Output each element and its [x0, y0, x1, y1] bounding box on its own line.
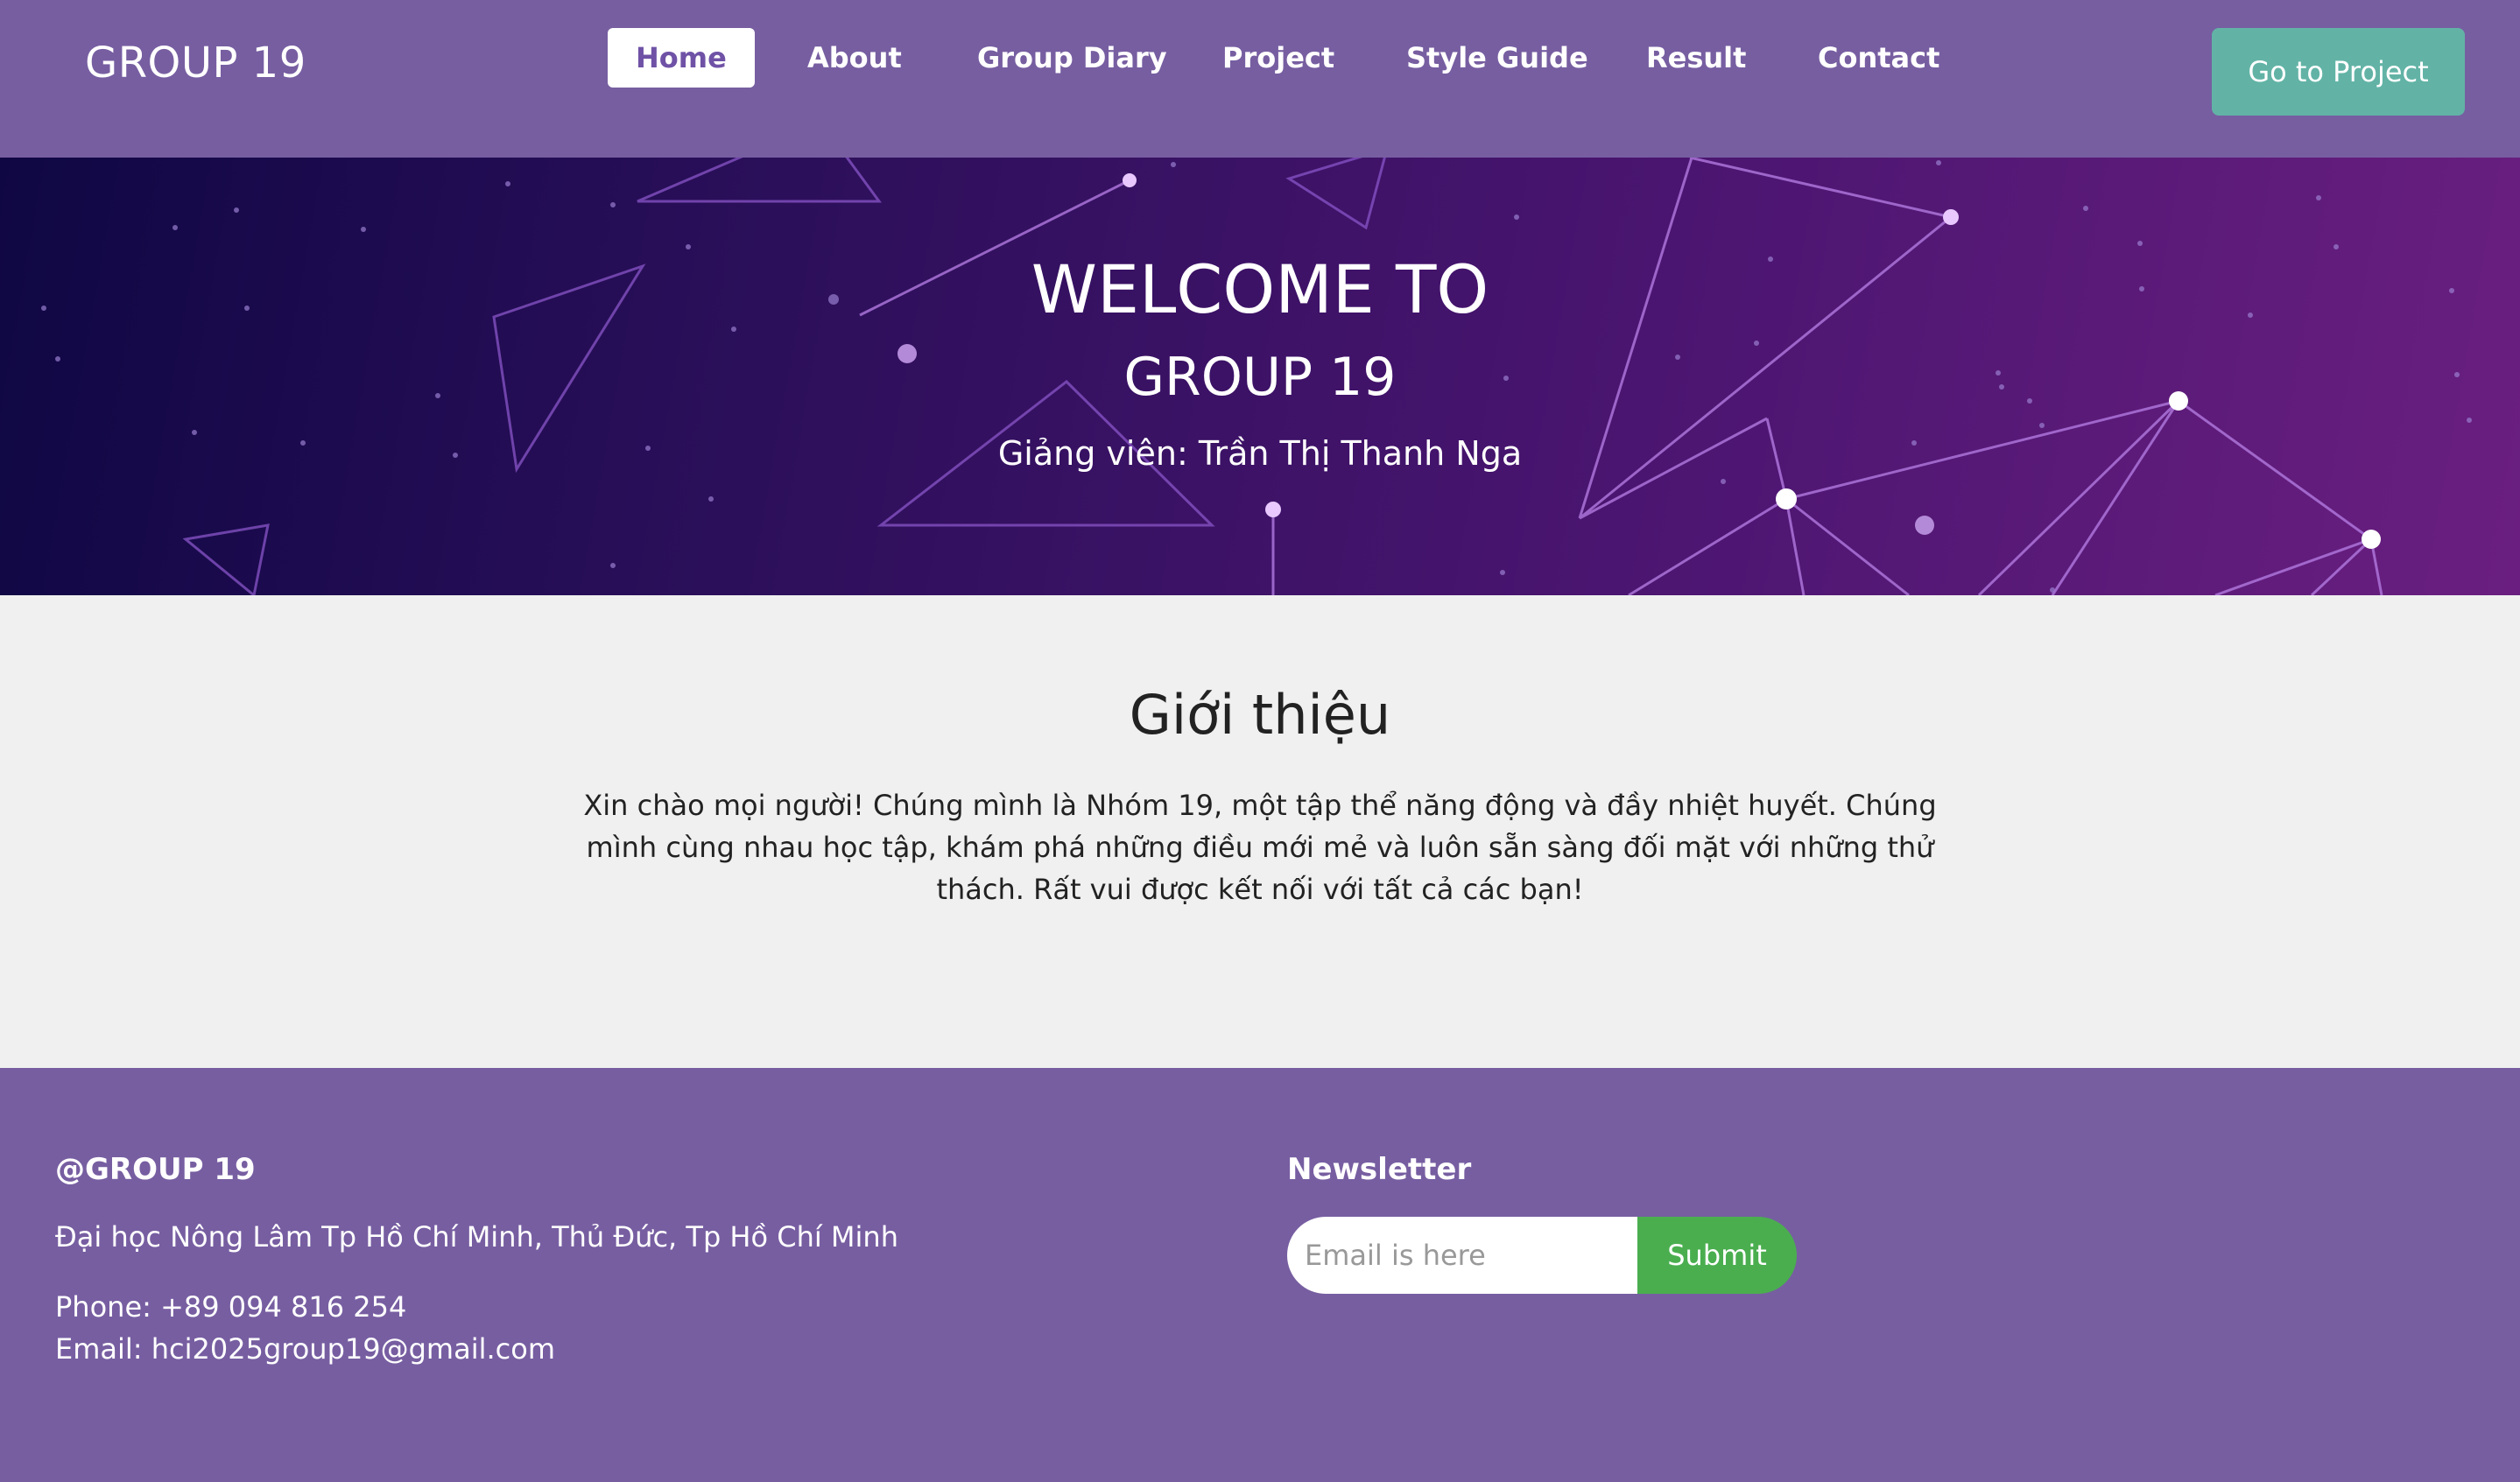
hero-welcome-text: WELCOME TO: [1031, 250, 1489, 328]
footer-phone: Phone: +89 094 816 254: [55, 1290, 407, 1324]
nav-style-guide[interactable]: Style Guide: [1406, 28, 1588, 88]
nav-home[interactable]: Home: [608, 28, 755, 88]
footer-address: Đại học Nông Lâm Tp Hồ Chí Minh, Thủ Đức…: [55, 1220, 898, 1254]
footer: @GROUP 19 Đại học Nông Lâm Tp Hồ Chí Min…: [0, 1068, 2520, 1482]
intro-paragraph: Xin chào mọi người! Chúng mình là Nhóm 1…: [583, 789, 1937, 906]
hero-banner: WELCOME TO GROUP 19 Giảng viên: Trần Thị…: [0, 158, 2520, 595]
footer-email[interactable]: Email: hci2025group19@gmail.com: [55, 1332, 555, 1366]
nav-result[interactable]: Result: [1646, 28, 1746, 88]
newsletter-title: Newsletter: [1287, 1152, 1472, 1187]
newsletter-submit-button[interactable]: Submit: [1637, 1217, 1797, 1294]
nav-contact[interactable]: Contact: [1818, 28, 1939, 88]
go-to-project-button[interactable]: Go to Project: [2212, 28, 2465, 116]
nav-about[interactable]: About: [807, 28, 902, 88]
newsletter-form: Submit: [1287, 1217, 1797, 1294]
newsletter-email-input[interactable]: [1287, 1217, 1639, 1294]
hero-group-name: GROUP 19: [1123, 347, 1397, 408]
main-nav: Home About Group Diary Project Style Gui…: [0, 0, 2520, 158]
nav-project[interactable]: Project: [1222, 28, 1334, 88]
intro-heading: Giới thiệu: [1129, 683, 1391, 747]
intro-section: Giới thiệu Xin chào mọi người! Chúng mìn…: [0, 595, 2520, 1068]
hero-lecturer: Giảng viên: Trần Thị Thanh Nga: [997, 434, 1523, 473]
footer-brand: @GROUP 19: [55, 1152, 256, 1187]
nav-group-diary[interactable]: Group Diary: [977, 28, 1167, 88]
top-navbar: GROUP 19 Home About Group Diary Project …: [0, 0, 2520, 158]
